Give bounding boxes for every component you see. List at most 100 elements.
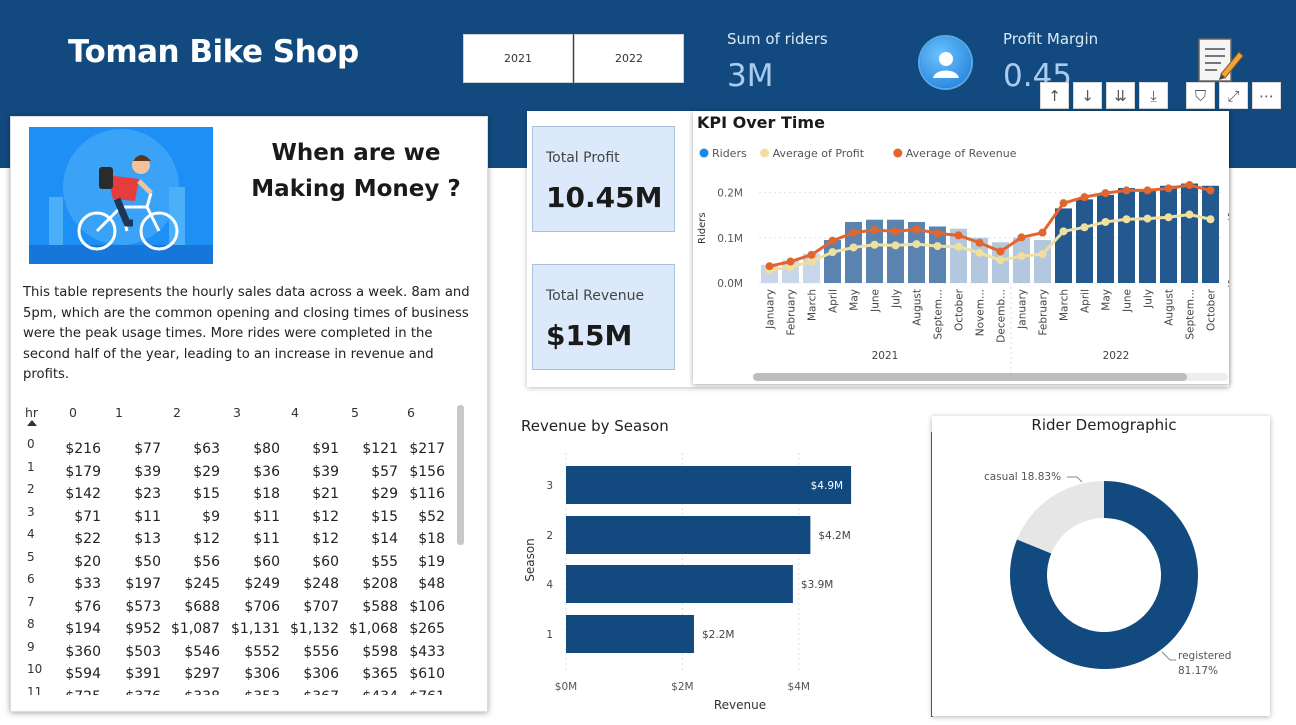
revenue-point[interactable]: [765, 262, 774, 271]
x-axis-label: Revenue: [714, 698, 766, 712]
table-cell: $57: [371, 463, 398, 480]
profit-point[interactable]: [1080, 223, 1089, 232]
revenue-point[interactable]: [870, 225, 879, 234]
legend-label[interactable]: Average of Profit: [773, 147, 865, 160]
legend-label[interactable]: Riders: [712, 147, 747, 160]
casual-slice[interactable]: [1016, 481, 1104, 554]
revenue-point[interactable]: [786, 257, 795, 266]
revenue-point[interactable]: [849, 228, 858, 237]
riders-bar[interactable]: [1181, 183, 1198, 283]
table-cell: $156: [409, 463, 445, 480]
season-bar[interactable]: [566, 516, 811, 554]
matrix-column-header[interactable]: 1: [115, 405, 123, 425]
profit-point[interactable]: [1206, 215, 1215, 224]
x-tick-label: October: [1206, 288, 1218, 331]
revenue-point[interactable]: [1101, 189, 1110, 198]
x-tick-label: Decemb...: [996, 289, 1008, 343]
revenue-point[interactable]: [891, 227, 900, 236]
riders-bar[interactable]: [1055, 208, 1072, 283]
legend-label[interactable]: Average of Revenue: [906, 147, 1017, 160]
riders-bar[interactable]: [1160, 185, 1177, 283]
y-tick-label: 1: [546, 629, 553, 641]
revenue-point[interactable]: [1059, 199, 1068, 208]
revenue-by-season-chart[interactable]: Revenue by Season $0M $2M $4M 3 $4.9M 2 $4.2M 4 $…: [507, 405, 912, 720]
matrix-column-header[interactable]: 5: [351, 405, 359, 425]
season-bar[interactable]: [566, 615, 694, 653]
riders-bar[interactable]: [1076, 199, 1093, 283]
rider-demographic-chart[interactable]: Rider Demographic casual 18.83% registered…: [932, 416, 1270, 716]
revenue-point[interactable]: [1143, 186, 1152, 195]
table-cell: $9: [202, 508, 220, 525]
season-bar[interactable]: [566, 565, 793, 603]
filter-icon[interactable]: ⛉: [1186, 82, 1215, 109]
table-cell: $29: [371, 486, 398, 502]
revenue-point[interactable]: [912, 225, 921, 234]
x-tick-label: Septem...: [933, 289, 945, 340]
x-tick-label: October: [954, 288, 966, 331]
matrix-column-header[interactable]: 0: [69, 405, 77, 425]
year-slicer-2022[interactable]: 2022: [574, 34, 684, 83]
year-slicer-2021[interactable]: 2021: [463, 34, 573, 83]
profit-point[interactable]: [1101, 217, 1110, 226]
revenue-point[interactable]: [1185, 181, 1194, 190]
drill-down-icon[interactable]: ⤓: [1139, 82, 1168, 109]
riders-bar[interactable]: [1013, 237, 1030, 283]
chart-scroll-thumb[interactable]: [753, 373, 1187, 381]
profit-point[interactable]: [912, 240, 921, 249]
row-hour-label: 2: [27, 482, 35, 496]
table-cell: $391: [125, 666, 161, 682]
revenue-point[interactable]: [1122, 186, 1131, 195]
revenue-point[interactable]: [996, 247, 1005, 256]
profit-point[interactable]: [1164, 213, 1173, 222]
riders-bar[interactable]: [1202, 185, 1219, 283]
more-options-icon[interactable]: ⋯: [1252, 82, 1281, 109]
profit-point[interactable]: [891, 241, 900, 250]
matrix-column-header[interactable]: 3: [233, 405, 241, 425]
table-cell: $217: [409, 441, 445, 457]
revenue-point[interactable]: [1206, 186, 1215, 195]
riders-bar[interactable]: [1118, 188, 1135, 283]
profit-point[interactable]: [828, 248, 837, 257]
profit-point[interactable]: [933, 242, 942, 251]
sort-ascending-icon[interactable]: ↑: [1040, 82, 1069, 109]
x-tick-label: August: [1164, 289, 1176, 326]
riders-bar[interactable]: [1139, 190, 1156, 283]
matrix-column-header[interactable]: 2: [173, 405, 181, 425]
table-cell: $56: [193, 553, 220, 570]
season-bar[interactable]: [566, 466, 852, 504]
focus-mode-icon[interactable]: ⤢: [1219, 82, 1248, 109]
revenue-point[interactable]: [1038, 228, 1047, 237]
hourly-matrix-table[interactable]: hr 0 1 2 3 4 5 6 0 $216 $77 $63 $80 $91 $121 $217 1 $179 $…: [23, 405, 463, 695]
sort-descending-icon[interactable]: ↓: [1073, 82, 1102, 109]
revenue-point[interactable]: [1017, 233, 1026, 242]
profit-point[interactable]: [1017, 252, 1026, 261]
revenue-point[interactable]: [933, 229, 942, 238]
revenue-point[interactable]: [1164, 184, 1173, 193]
kpi-over-time-chart[interactable]: KPI Over Time Riders Average of Profit Aver…: [693, 111, 1265, 384]
profit-point[interactable]: [1122, 215, 1131, 224]
table-cell: $33: [74, 576, 101, 592]
table-scrollbar[interactable]: [457, 405, 464, 545]
profit-point[interactable]: [1059, 227, 1068, 236]
matrix-column-header[interactable]: 6: [407, 405, 415, 425]
expand-all-down-icon[interactable]: ⇊: [1106, 82, 1135, 109]
registered-label: registered: [1178, 650, 1231, 662]
profit-point[interactable]: [1038, 250, 1047, 259]
revenue-point[interactable]: [975, 238, 984, 247]
profit-point[interactable]: [996, 256, 1005, 265]
revenue-point[interactable]: [807, 250, 816, 259]
matrix-column-header[interactable]: 4: [291, 405, 299, 425]
profit-point[interactable]: [954, 242, 963, 251]
dashboard: Toman Bike Shop 2021 2022 Sum of riders …: [0, 0, 1296, 725]
profit-point[interactable]: [849, 243, 858, 252]
profit-point[interactable]: [975, 248, 984, 257]
profit-point[interactable]: [1143, 214, 1152, 223]
riders-bar[interactable]: [1097, 194, 1114, 283]
cyclist-illustration: [29, 127, 213, 264]
table-cell: $552: [244, 643, 280, 660]
profit-point[interactable]: [870, 240, 879, 249]
profit-point[interactable]: [1185, 210, 1194, 219]
revenue-point[interactable]: [828, 236, 837, 245]
revenue-point[interactable]: [1080, 193, 1089, 202]
revenue-point[interactable]: [954, 231, 963, 240]
